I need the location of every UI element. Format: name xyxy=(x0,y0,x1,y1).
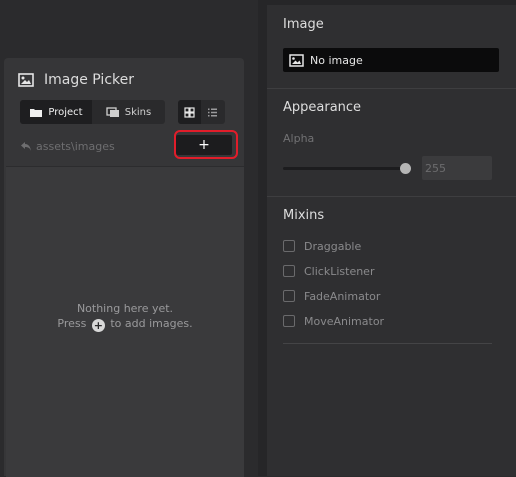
mixins-section-title: Mixins xyxy=(283,208,325,223)
section-divider xyxy=(267,196,516,197)
alpha-slider-handle[interactable] xyxy=(400,163,411,174)
mixin-clicklistener[interactable]: ClickListener xyxy=(283,263,374,279)
inspector-top-border xyxy=(267,0,516,5)
list-view-button[interactable] xyxy=(201,100,224,124)
add-button-label: + xyxy=(198,137,210,153)
mixin-label: FadeAnimator xyxy=(304,289,381,303)
panel-divider[interactable] xyxy=(258,0,267,476)
alpha-slider-track[interactable] xyxy=(283,167,406,170)
image-picker-panel: Image Picker Project Skins assets\images… xyxy=(4,58,244,477)
alpha-label: Alpha xyxy=(283,132,315,145)
checkbox[interactable] xyxy=(283,290,295,302)
mixin-draggable[interactable]: Draggable xyxy=(283,238,361,254)
tab-project-label: Project xyxy=(48,106,83,118)
checkbox[interactable] xyxy=(283,265,295,277)
mixin-label: Draggable xyxy=(304,239,362,253)
image-section-title: Image xyxy=(283,17,324,32)
add-image-button[interactable]: + xyxy=(176,135,232,155)
mixins-divider xyxy=(283,343,492,344)
mixin-fadeanimator[interactable]: FadeAnimator xyxy=(283,288,380,304)
appearance-section-title: Appearance xyxy=(283,100,362,115)
skins-icon xyxy=(106,106,119,117)
folder-icon xyxy=(30,108,43,117)
plus-circle-icon: + xyxy=(91,319,105,332)
picker-title: Image Picker xyxy=(44,72,134,88)
inspector-panel: Image No image Appearance Alpha 255 Mixi… xyxy=(267,0,516,476)
picker-header: Image Picker xyxy=(18,70,134,90)
grid-view-icon xyxy=(184,106,195,118)
grid-view-button[interactable] xyxy=(178,100,201,124)
tab-skins[interactable]: Skins xyxy=(92,100,165,124)
empty-state-line1: Nothing here yet. xyxy=(76,302,174,315)
list-view-icon xyxy=(208,108,217,116)
source-tabs: Project Skins xyxy=(20,100,165,124)
checkbox[interactable] xyxy=(283,315,295,327)
breadcrumb[interactable]: assets\images xyxy=(20,138,115,154)
empty-state-add: to add images. xyxy=(110,317,193,330)
mixin-moveanimator[interactable]: MoveAnimator xyxy=(283,313,384,329)
empty-state-press: Press xyxy=(57,317,87,330)
checkbox[interactable] xyxy=(283,240,295,252)
image-icon xyxy=(289,53,304,67)
image-field[interactable]: No image xyxy=(283,48,499,72)
alpha-value-field[interactable]: 255 xyxy=(422,156,492,180)
image-list-area[interactable]: Nothing here yet. Press + to add images. xyxy=(6,166,244,477)
image-icon xyxy=(18,73,34,87)
image-field-value: No image xyxy=(310,53,363,67)
section-divider xyxy=(267,88,516,89)
empty-state-line2: Press + to add images. xyxy=(6,316,244,332)
tab-project[interactable]: Project xyxy=(20,100,92,124)
alpha-value: 255 xyxy=(425,161,446,175)
back-arrow-icon xyxy=(21,141,31,151)
mixin-label: ClickListener xyxy=(304,264,375,278)
view-mode-toggle xyxy=(178,100,225,124)
empty-state-message: Nothing here yet. Press + to add images. xyxy=(6,301,244,332)
path-label: assets\images xyxy=(36,139,115,153)
mixin-label: MoveAnimator xyxy=(304,314,385,328)
tab-skins-label: Skins xyxy=(124,106,152,118)
